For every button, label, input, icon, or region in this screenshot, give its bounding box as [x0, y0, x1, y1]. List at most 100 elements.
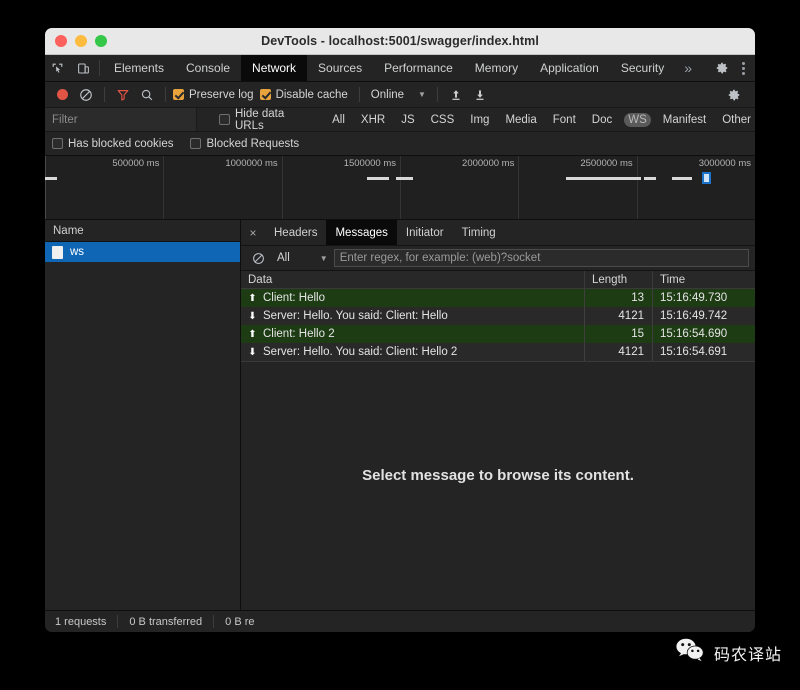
preserve-log-label: Preserve log [189, 88, 254, 101]
export-har-icon[interactable] [469, 85, 491, 105]
has-blocked-cookies-box [52, 138, 63, 149]
table-row[interactable]: ⬇ Server: Hello. You said: Client: Hello… [241, 343, 755, 361]
tab-memory[interactable]: Memory [464, 55, 529, 81]
clear-button[interactable] [75, 85, 97, 105]
overview-tick-5: 2500000 ms [580, 158, 633, 169]
request-detail-pane: × Headers Messages Initiator Timing All … [241, 220, 755, 610]
message-data-text: Client: Hello 2 [263, 328, 335, 340]
disable-cache-checkbox[interactable]: Disable cache [259, 88, 348, 101]
filter-icon[interactable] [112, 85, 134, 105]
message-data-text: Server: Hello. You said: Client: Hello [263, 310, 448, 322]
request-row-ws[interactable]: ws [45, 242, 240, 262]
message-data-cell: ⬇ Server: Hello. You said: Client: Hello… [241, 343, 585, 361]
column-header-length[interactable]: Length [585, 271, 653, 288]
table-row[interactable]: ⬇ Server: Hello. You said: Client: Hello… [241, 307, 755, 325]
network-overview-timeline[interactable]: 500000 ms 1000000 ms 1500000 ms 2000000 … [45, 156, 755, 220]
filter-type-doc[interactable]: Doc [588, 113, 616, 127]
hide-data-urls-checkbox[interactable]: Hide data URLs [219, 108, 316, 132]
network-split-view: Name ws × Headers Messages Initiator Tim… [45, 220, 755, 610]
filter-type-xhr[interactable]: XHR [357, 113, 389, 127]
filter-type-manifest[interactable]: Manifest [659, 113, 710, 127]
tab-security[interactable]: Security [610, 55, 675, 81]
watermark: 码农译站 [675, 637, 782, 668]
gear-icon[interactable] [708, 61, 736, 75]
requests-name-column-header[interactable]: Name [45, 220, 240, 242]
gear-icon[interactable] [723, 85, 745, 105]
message-time-cell: 15:16:54.691 [660, 346, 728, 358]
arrow-down-icon: ⬇ [248, 310, 257, 322]
kebab-menu-icon[interactable] [736, 61, 755, 75]
filter-type-ws[interactable]: WS [624, 112, 651, 127]
overview-bar [45, 177, 58, 180]
record-button[interactable] [51, 85, 73, 105]
tab-network[interactable]: Network [241, 55, 308, 81]
filter-type-img[interactable]: Img [466, 113, 493, 127]
chevron-down-icon: ▼ [418, 90, 426, 99]
more-tabs-button[interactable]: » [675, 55, 701, 81]
has-blocked-cookies-label: Has blocked cookies [68, 137, 174, 150]
websocket-document-icon [52, 245, 63, 259]
tab-initiator[interactable]: Initiator [397, 220, 453, 245]
status-requests-count: 1 requests [45, 615, 119, 628]
search-icon[interactable] [136, 85, 158, 105]
tabbar-divider [99, 60, 100, 76]
close-detail-icon[interactable]: × [241, 226, 265, 240]
tab-application[interactable]: Application [529, 55, 610, 81]
preserve-log-checkbox[interactable]: Preserve log [173, 89, 254, 101]
overview-tick-2: 1000000 ms [225, 158, 278, 169]
filter-input[interactable] [45, 108, 197, 131]
disable-cache-label: Disable cache [275, 88, 348, 101]
window-title: DevTools - localhost:5001/swagger/index.… [261, 34, 539, 48]
filter-type-other[interactable]: Other [718, 113, 755, 127]
inspect-element-icon[interactable] [45, 55, 71, 81]
tab-messages[interactable]: Messages [326, 220, 397, 245]
message-data-cell: ⬆ Client: Hello [241, 289, 585, 307]
message-time-cell: 15:16:54.690 [660, 328, 728, 340]
message-type-select[interactable]: All ▼ [269, 252, 334, 264]
network-filter-bar: Hide data URLs All XHR JS CSS Img Media … [45, 108, 755, 132]
status-resources: 0 B re [225, 615, 255, 628]
hide-data-urls-box [219, 114, 230, 125]
table-row[interactable]: ⬆ Client: Hello 2 15 15:16:54.690 [241, 325, 755, 343]
filter-type-js[interactable]: JS [397, 113, 418, 127]
resource-type-filters: All XHR JS CSS Img Media Font Doc WS Man… [320, 112, 755, 127]
message-regex-input[interactable] [333, 249, 749, 267]
filter-type-all[interactable]: All [328, 113, 349, 127]
preserve-log-box [173, 89, 184, 100]
overview-selected-marker[interactable] [702, 172, 712, 184]
arrow-up-icon: ⬆ [248, 328, 257, 340]
column-header-data[interactable]: Data [241, 271, 585, 288]
throttle-select[interactable]: Online ▼ [367, 89, 430, 101]
clear-messages-icon[interactable] [247, 248, 269, 268]
message-data-cell: ⬇ Server: Hello. You said: Client: Hello [241, 307, 585, 325]
tab-timing[interactable]: Timing [453, 220, 505, 245]
tab-elements[interactable]: Elements [103, 55, 175, 81]
filter-type-media[interactable]: Media [501, 113, 540, 127]
overview-tick-6: 3000000 ms [698, 158, 751, 169]
blocked-options-bar: Has blocked cookies Blocked Requests [45, 132, 755, 156]
request-name-label: ws [70, 246, 85, 258]
filter-type-css[interactable]: CSS [427, 113, 459, 127]
device-toolbar-icon[interactable] [71, 55, 97, 81]
toolbar-divider-1 [104, 87, 105, 102]
filter-type-font[interactable]: Font [549, 113, 580, 127]
import-har-icon[interactable] [445, 85, 467, 105]
window-titlebar: DevTools - localhost:5001/swagger/index.… [45, 28, 755, 55]
blocked-requests-label: Blocked Requests [206, 137, 300, 150]
devtools-window: DevTools - localhost:5001/swagger/index.… [45, 28, 755, 632]
message-length-cell: 15 [585, 325, 653, 343]
arrow-up-icon: ⬆ [248, 292, 257, 304]
hide-data-urls-label: Hide data URLs [235, 107, 285, 132]
throttle-value: Online [370, 88, 405, 101]
tab-performance[interactable]: Performance [373, 55, 464, 81]
has-blocked-cookies-checkbox[interactable]: Has blocked cookies [52, 138, 173, 150]
blocked-requests-box [190, 138, 202, 149]
blocked-requests-checkbox[interactable]: Blocked Requests [190, 138, 299, 150]
tab-console[interactable]: Console [175, 55, 241, 81]
message-time-cell: 15:16:49.730 [660, 292, 728, 304]
tab-headers[interactable]: Headers [265, 220, 326, 245]
table-row[interactable]: ⬆ Client: Hello 13 15:16:49.730 [241, 289, 755, 307]
column-header-time[interactable]: Time [653, 271, 755, 288]
overview-bar [366, 177, 389, 180]
tab-sources[interactable]: Sources [307, 55, 373, 81]
